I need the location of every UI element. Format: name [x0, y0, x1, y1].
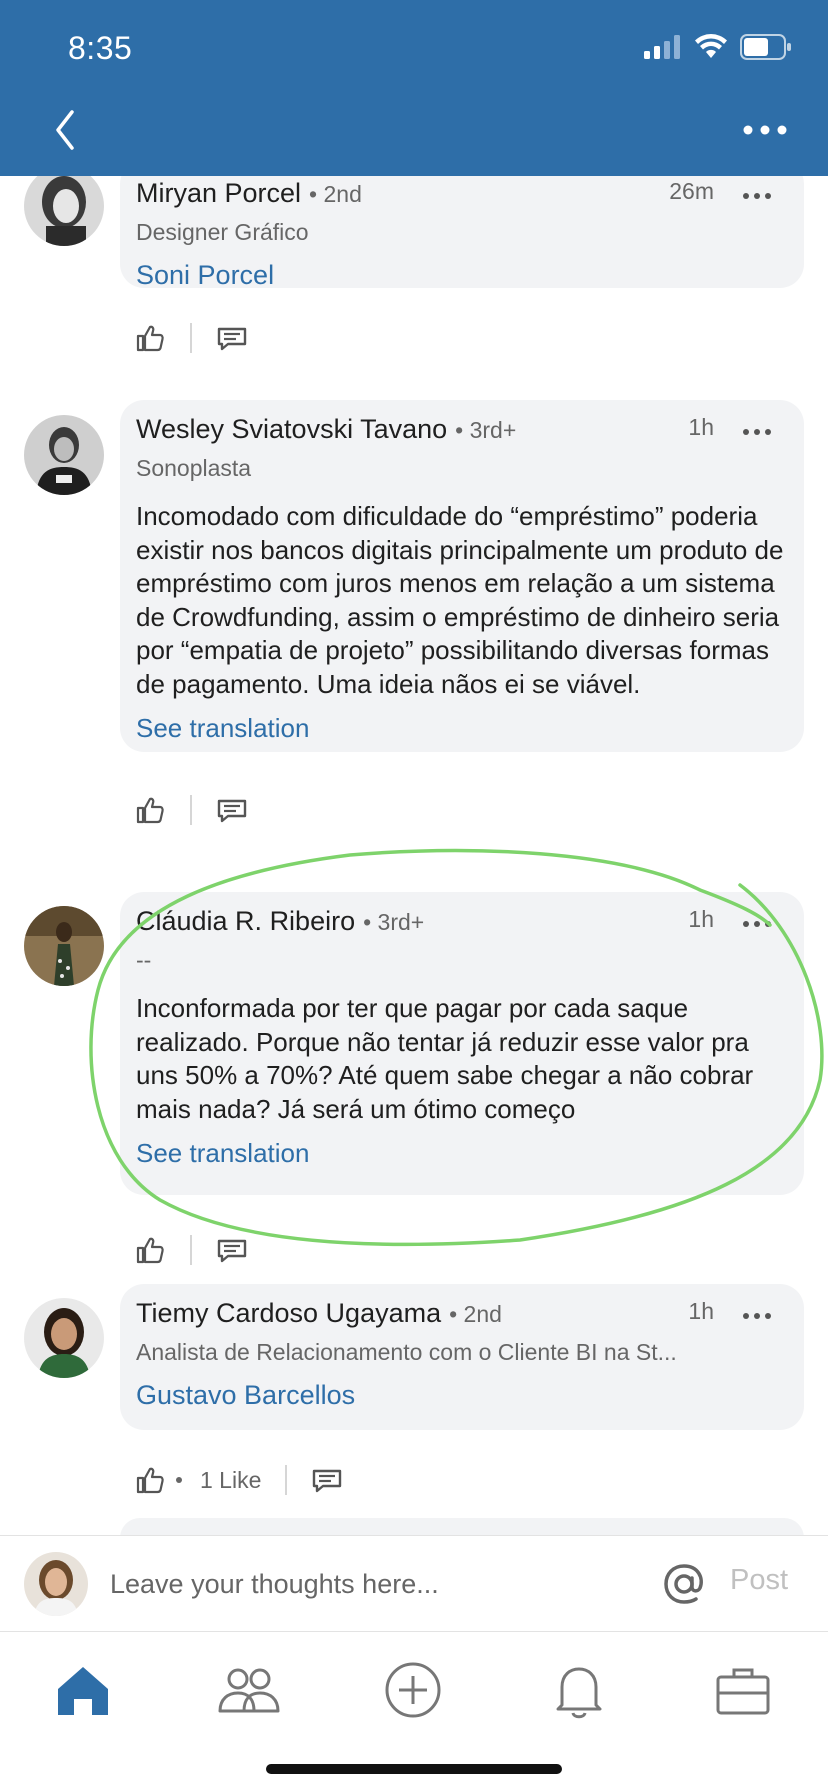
comment-header: Tiemy Cardoso Ugayama • 2nd 1h: [136, 1298, 786, 1336]
comment-time: 1h: [688, 906, 714, 932]
comment-time: 1h: [688, 414, 714, 440]
like-icon[interactable]: [134, 1464, 166, 1496]
comment-bubble: Miryan Porcel • 2nd 26m Designer Gráfico…: [120, 176, 804, 291]
comment-bubble: Wesley Sviatovski Tavano • 3rd+ 1h Sonop…: [120, 400, 804, 752]
top-bar: 8:35: [0, 0, 828, 176]
author-headline: --: [136, 947, 152, 973]
like-icon[interactable]: [134, 794, 166, 826]
connection-degree: • 3rd+: [363, 909, 425, 935]
avatar[interactable]: [24, 176, 104, 246]
divider: [190, 795, 192, 825]
post-button[interactable]: Post: [730, 1564, 788, 1597]
comment-header: Wesley Sviatovski Tavano • 3rd+ 1h: [136, 414, 786, 452]
comment-actions: [134, 320, 248, 356]
comment-more-icon[interactable]: [742, 192, 772, 200]
comment-bubble: Cláudia R. Ribeiro • 3rd+ 1h -- Inconfor…: [120, 892, 804, 1195]
like-count[interactable]: 1 Like: [176, 1467, 261, 1494]
avatar[interactable]: [24, 415, 104, 495]
comments-feed[interactable]: Miryan Porcel • 2nd 26m Designer Gráfico…: [0, 176, 828, 1536]
author-name[interactable]: Miryan Porcel: [136, 178, 301, 209]
cellular-signal-icon: [644, 35, 680, 59]
author-name[interactable]: Tiemy Cardoso Ugayama: [136, 1298, 441, 1329]
comment-actions: [134, 792, 248, 828]
comment-more-icon[interactable]: [742, 920, 772, 928]
comment-actions: 1 Like: [134, 1462, 343, 1498]
comment-actions: [134, 1232, 248, 1268]
battery-icon: [740, 34, 791, 60]
status-icons: [644, 34, 792, 60]
comment-input[interactable]: [110, 1566, 630, 1602]
user-avatar[interactable]: [24, 1552, 88, 1616]
author-headline: Sonoplasta: [136, 455, 252, 481]
my-network-icon[interactable]: [214, 1655, 284, 1725]
author-headline: Analista de Relacionamento com o Cliente…: [136, 1339, 677, 1365]
comment-text: Incomodado com dificuldade do “empréstim…: [136, 501, 784, 699]
connection-degree: • 2nd: [449, 1301, 502, 1327]
author-name[interactable]: Wesley Sviatovski Tavano: [136, 414, 447, 445]
author-name[interactable]: Cláudia R. Ribeiro: [136, 906, 355, 937]
divider: [190, 1235, 192, 1265]
author-headline: Designer Gráfico: [136, 219, 309, 245]
connection-degree: • 3rd+: [455, 417, 517, 443]
avatar[interactable]: [24, 1298, 104, 1378]
post-plus-icon[interactable]: [378, 1655, 448, 1725]
notifications-bell-icon[interactable]: [544, 1655, 614, 1725]
reply-icon[interactable]: [216, 794, 248, 826]
mention-link[interactable]: Soni Porcel: [136, 260, 786, 291]
mention-link[interactable]: Gustavo Barcellos: [136, 1380, 786, 1411]
comment-composer: Post: [0, 1535, 828, 1632]
divider: [285, 1465, 288, 1495]
comment-more-icon[interactable]: [742, 428, 772, 436]
see-translation-link[interactable]: See translation: [136, 1138, 309, 1169]
wifi-icon: [695, 34, 727, 58]
comment-bubble: [120, 1518, 804, 1536]
comment-header: Cláudia R. Ribeiro • 3rd+ 1h: [136, 906, 786, 944]
chevron-left-icon[interactable]: [48, 106, 82, 154]
mention-at-icon[interactable]: [660, 1560, 708, 1608]
home-indicator[interactable]: [266, 1764, 562, 1774]
divider: [190, 323, 192, 353]
connection-degree: • 2nd: [309, 181, 362, 207]
reply-icon[interactable]: [216, 1234, 248, 1266]
avatar[interactable]: [24, 906, 104, 986]
more-dots-icon[interactable]: [742, 120, 788, 140]
jobs-briefcase-icon[interactable]: [708, 1655, 778, 1725]
bullet-dot: [176, 1477, 182, 1483]
like-icon[interactable]: [134, 1234, 166, 1266]
like-icon[interactable]: [134, 322, 166, 354]
comment-bubble: Tiemy Cardoso Ugayama • 2nd 1h Analista …: [120, 1284, 804, 1430]
comment-more-icon[interactable]: [742, 1312, 772, 1320]
status-time: 8:35: [68, 30, 133, 66]
comment-header: Miryan Porcel • 2nd 26m: [136, 178, 786, 216]
reply-icon[interactable]: [311, 1464, 343, 1496]
like-count-label: 1 Like: [200, 1466, 262, 1493]
comment-time: 26m: [669, 178, 714, 204]
see-translation-link[interactable]: See translation: [136, 713, 309, 744]
comment-time: 1h: [688, 1298, 714, 1324]
comment-text: Inconformada por ter que pagar por cada …: [136, 993, 754, 1124]
home-icon[interactable]: [48, 1655, 118, 1725]
reply-icon[interactable]: [216, 322, 248, 354]
